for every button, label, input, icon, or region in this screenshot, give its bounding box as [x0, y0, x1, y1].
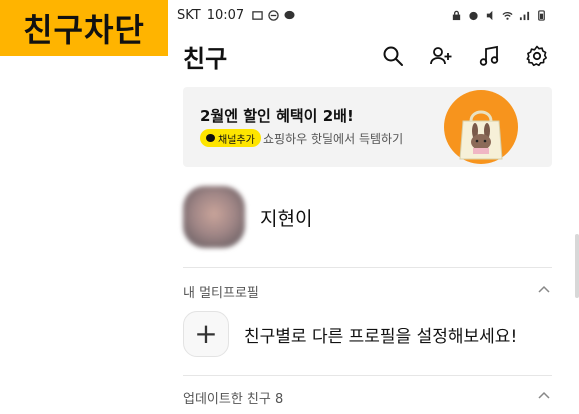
wifi-icon [502, 11, 513, 20]
chat-bubble-icon [206, 134, 215, 142]
battery-icon [538, 9, 545, 21]
signal-icon [519, 11, 530, 20]
mute-icon [486, 10, 493, 20]
system-icons [451, 9, 547, 21]
my-profile-name: 지현이 [260, 207, 313, 230]
lock-icon [452, 10, 461, 20]
divider [183, 375, 552, 376]
carrier-label: SKT [177, 7, 201, 23]
header-actions [381, 44, 549, 68]
avatar[interactable] [183, 186, 245, 248]
shopping-bag-character-icon [444, 90, 518, 164]
chevron-up-icon[interactable] [537, 390, 551, 400]
status-bar: SKT 10:07 [177, 6, 547, 24]
screenshot-icon [252, 10, 263, 20]
add-friend-icon[interactable] [429, 44, 453, 68]
settings-icon[interactable] [525, 44, 549, 68]
multi-profile-section-label: 내 멀티프로필 [183, 286, 259, 301]
add-multi-profile-text: 친구별로 다른 프로필을 설정해보세요! [244, 326, 518, 347]
banner-subtitle: 쇼핑하우 핫딜에서 득템하기 [263, 132, 404, 146]
clock: 10:07 [206, 7, 245, 23]
badge-label: 채널추가 [218, 134, 255, 146]
banner-title: 2월엔 할인 혜택이 2배! [200, 107, 354, 125]
plus-icon[interactable]: + [183, 311, 229, 357]
chevron-up-icon[interactable] [537, 284, 551, 294]
divider [183, 267, 552, 268]
alarm-icon [469, 11, 478, 20]
search-icon[interactable] [381, 44, 405, 68]
page-title: 친구 [183, 44, 228, 73]
add-multi-profile-row[interactable]: + 친구별로 다른 프로필을 설정해보세요! [183, 311, 563, 357]
friends-header: 친구 [183, 36, 563, 76]
my-profile-row[interactable]: 지현이 [183, 185, 563, 249]
talk-icon [284, 10, 295, 19]
channel-add-badge[interactable]: 채널추가 [200, 129, 261, 147]
caption-text: 친구차단 [23, 11, 145, 49]
caption-overlay: 친구차단 [0, 0, 168, 56]
notification-icons [252, 9, 295, 21]
updated-friends-section-label: 업데이트한 친구 8 [183, 392, 284, 407]
promo-banner[interactable]: 2월엔 할인 혜택이 2배! 채널추가 쇼핑하우 핫딜에서 득템하기 [183, 87, 552, 167]
music-icon[interactable] [477, 44, 501, 68]
dnd-icon [268, 9, 279, 21]
scrollbar[interactable] [575, 234, 579, 298]
